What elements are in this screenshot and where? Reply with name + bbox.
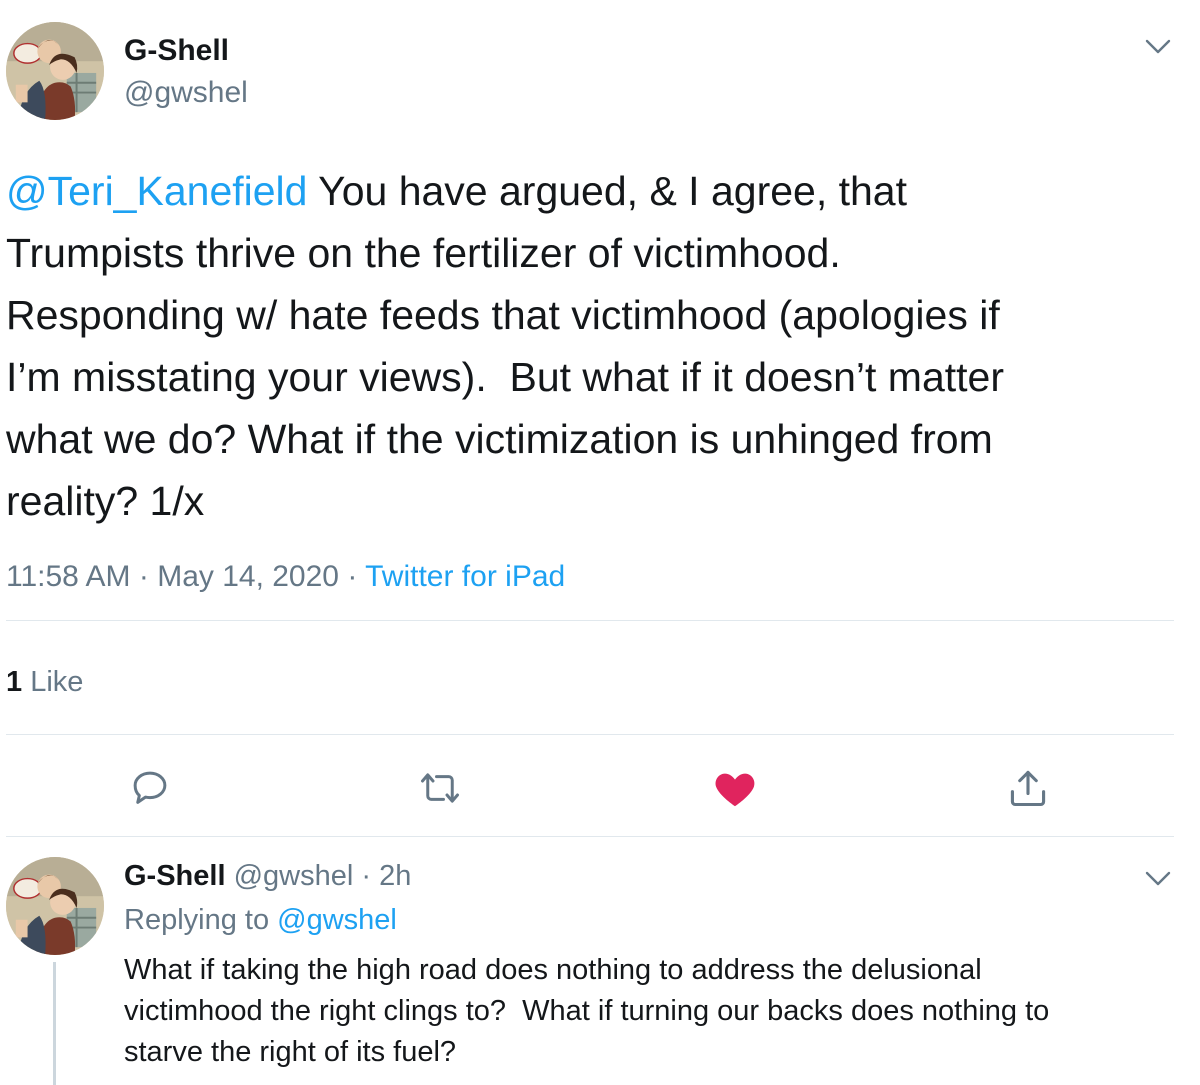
meta-separator: ·: [339, 560, 366, 593]
avatar-image: [6, 22, 104, 120]
meta-separator: ·: [130, 560, 158, 593]
tweet-detail-page: G-Shell @gwshel @Teri_Kanefield You have…: [0, 0, 1200, 1085]
divider: [6, 734, 1174, 735]
avatar-image: [6, 857, 104, 955]
chevron-down-icon[interactable]: [1144, 870, 1172, 888]
likes-stat[interactable]: 1 Like: [6, 666, 83, 699]
mention-link[interactable]: @Teri_Kanefield: [6, 168, 307, 214]
like-count: 1: [6, 666, 23, 698]
author-display-name[interactable]: G-Shell: [124, 34, 229, 68]
retweet-icon: [417, 767, 463, 809]
reply-handle[interactable]: @gwshel: [226, 860, 354, 892]
share-icon: [1006, 766, 1050, 810]
chevron-down-icon[interactable]: [1144, 38, 1172, 56]
reply-display-name[interactable]: G-Shell: [124, 860, 226, 892]
author-avatar[interactable]: [6, 22, 104, 120]
replying-to-mention[interactable]: @gwshel: [277, 904, 397, 936]
tweet-body: You have argued, & I agree, that Trumpis…: [6, 168, 1004, 524]
replying-prefix: Replying to: [124, 904, 278, 936]
like-label: Like: [22, 666, 84, 698]
divider: [6, 836, 1174, 837]
reply-button[interactable]: [126, 764, 174, 812]
tweet-date[interactable]: May 14, 2020: [157, 560, 339, 593]
share-button[interactable]: [1004, 764, 1052, 812]
reply-icon: [129, 767, 171, 809]
tweet-time[interactable]: 11:58 AM: [6, 560, 131, 593]
reply-author-avatar[interactable]: [6, 857, 104, 955]
thread-connector-line: [53, 962, 56, 1085]
retweet-button[interactable]: [416, 764, 464, 812]
like-button[interactable]: [711, 764, 759, 812]
divider: [6, 620, 1174, 621]
reply-time-ago[interactable]: · 2h: [353, 860, 411, 892]
tweet-metadata: 11:58 AM · May 14, 2020 · Twitter for iP…: [6, 560, 565, 594]
reply-tweet-text: What if taking the high road does nothin…: [124, 954, 1050, 1068]
tweet-source-link[interactable]: Twitter for iPad: [365, 560, 565, 593]
author-handle[interactable]: @gwshel: [124, 76, 248, 110]
tweet-text: @Teri_Kanefield You have argued, & I agr…: [6, 160, 1186, 532]
replying-to: Replying to @gwshel: [124, 904, 397, 937]
reply-header: G-Shell @gwshel · 2h: [124, 860, 411, 893]
heart-icon: [713, 768, 757, 808]
